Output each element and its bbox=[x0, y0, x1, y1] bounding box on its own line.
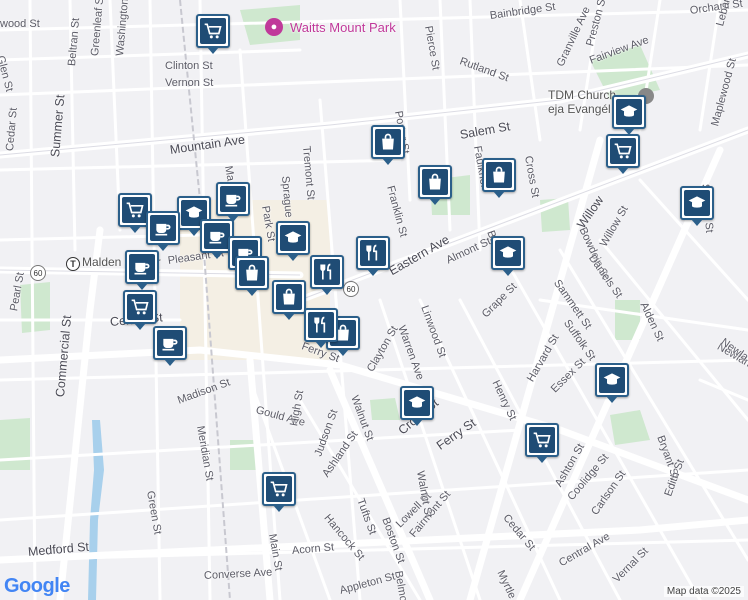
bag-marker[interactable] bbox=[482, 158, 516, 198]
cart-icon bbox=[200, 18, 226, 44]
fork-icon bbox=[308, 312, 334, 338]
coffee-marker[interactable] bbox=[153, 326, 187, 366]
cart-icon bbox=[127, 294, 153, 320]
bag-icon bbox=[422, 169, 448, 195]
cart-marker[interactable] bbox=[262, 472, 296, 512]
school-marker[interactable] bbox=[680, 186, 714, 226]
school-marker[interactable] bbox=[400, 386, 434, 426]
route-shield-icon: 60 bbox=[30, 265, 46, 281]
cart-marker[interactable] bbox=[196, 14, 230, 54]
bag-icon bbox=[239, 260, 265, 286]
school-icon bbox=[404, 390, 430, 416]
cart-icon bbox=[122, 197, 148, 223]
school-icon bbox=[280, 225, 306, 251]
route-shield-icon: 60 bbox=[343, 281, 359, 297]
coffee-icon bbox=[157, 330, 183, 356]
bag-marker[interactable] bbox=[371, 125, 405, 165]
fork-marker[interactable] bbox=[304, 308, 338, 348]
street-label: Clinton St bbox=[165, 60, 213, 72]
school-marker[interactable] bbox=[276, 221, 310, 261]
park-icon: ● bbox=[265, 18, 283, 36]
coffee-icon bbox=[129, 254, 155, 280]
park-label[interactable]: Waitts Mount Park bbox=[290, 20, 396, 35]
school-icon bbox=[599, 367, 625, 393]
bag-marker[interactable] bbox=[418, 165, 452, 205]
school-icon bbox=[495, 240, 521, 266]
google-logo-text: Google bbox=[4, 575, 70, 597]
cart-marker[interactable] bbox=[525, 423, 559, 463]
cart-icon bbox=[529, 427, 555, 453]
fork-marker[interactable] bbox=[356, 236, 390, 276]
map-attribution[interactable]: Map data ©2025 bbox=[663, 586, 744, 597]
bag-icon bbox=[375, 129, 401, 155]
school-icon bbox=[684, 190, 710, 216]
transit-icon: T bbox=[66, 257, 80, 271]
coffee-icon bbox=[150, 215, 176, 241]
fork-icon bbox=[314, 259, 340, 285]
cart-icon bbox=[266, 476, 292, 502]
coffee-marker[interactable] bbox=[146, 211, 180, 251]
coffee-icon bbox=[220, 186, 246, 212]
school-marker[interactable] bbox=[612, 95, 646, 135]
fork-marker[interactable] bbox=[310, 255, 344, 295]
street-label: Vernon St bbox=[165, 77, 214, 89]
bag-icon bbox=[486, 162, 512, 188]
school-icon bbox=[616, 99, 642, 125]
bag-marker[interactable] bbox=[235, 256, 269, 296]
street-label: wood St bbox=[0, 18, 40, 30]
church-label[interactable]: TDM Church bbox=[548, 88, 616, 102]
google-logo: Google bbox=[4, 575, 70, 598]
bag-icon bbox=[276, 284, 302, 310]
coffee-marker[interactable] bbox=[216, 182, 250, 222]
school-marker[interactable] bbox=[491, 236, 525, 276]
fork-icon bbox=[360, 240, 386, 266]
cart-marker[interactable] bbox=[123, 290, 157, 330]
bag-marker[interactable] bbox=[272, 280, 306, 320]
cart-marker[interactable] bbox=[606, 134, 640, 174]
cart-icon bbox=[610, 138, 636, 164]
coffee-icon bbox=[204, 223, 230, 249]
map-canvas[interactable]: Waitts Mount Park ● TDM Church eja Evang… bbox=[0, 0, 748, 600]
street-label: Ma bbox=[222, 164, 237, 183]
school-marker[interactable] bbox=[595, 363, 629, 403]
coffee-marker[interactable] bbox=[125, 250, 159, 290]
church-label-2[interactable]: eja Evangél bbox=[548, 102, 611, 116]
map-base-layer bbox=[0, 0, 748, 600]
